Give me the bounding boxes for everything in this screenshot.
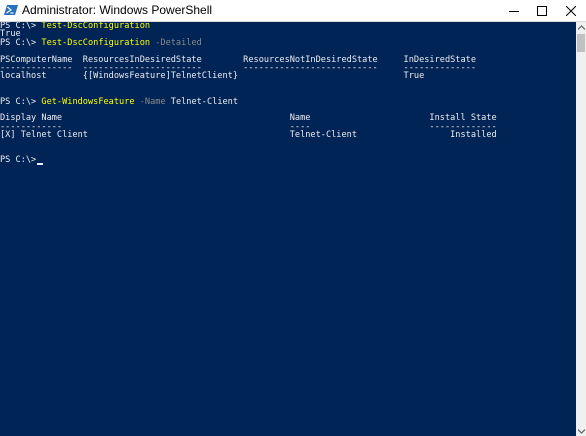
console-prompt: PS C:\> xyxy=(0,155,42,166)
console-prompt: PS C:\> xyxy=(0,37,42,48)
close-icon xyxy=(566,5,576,16)
close-button[interactable] xyxy=(557,0,585,21)
maximize-icon xyxy=(537,5,547,16)
text-cursor xyxy=(37,163,43,166)
vertical-scrollbar[interactable] xyxy=(576,22,586,436)
console-prompt: PS C:\> xyxy=(0,96,42,107)
powershell-icon xyxy=(4,3,18,17)
window-title: Administrator: Windows PowerShell xyxy=(22,3,213,17)
console-line: PS C:\> Get-WindowsFeature -Name Telnet-… xyxy=(0,96,239,107)
console-output: [X] Telnet Client Telnet-Client Installe… xyxy=(0,130,497,141)
console-line: PS C:\> Test-DscConfiguration xyxy=(0,22,150,31)
console-line: localhost {[WindowsFeature]TelnetClient}… xyxy=(0,72,424,81)
console-parameter: -Detailed xyxy=(150,37,202,48)
scroll-down-button[interactable] xyxy=(576,426,586,436)
console-line: [X] Telnet Client Telnet-Client Installe… xyxy=(0,131,497,140)
maximize-button[interactable] xyxy=(528,0,556,21)
chevron-down-icon xyxy=(577,428,585,434)
minimize-icon xyxy=(509,10,519,12)
title-bar[interactable]: Administrator: Windows PowerShell xyxy=(0,0,586,22)
powershell-window: Administrator: Windows PowerShell PS C:\… xyxy=(0,0,586,436)
console-line: PS C:\> Test-DscConfiguration -Detailed xyxy=(0,37,202,48)
console-argument: Telnet-Client xyxy=(165,96,239,107)
console-line: PS C:\> xyxy=(0,156,41,165)
console-command: Get-WindowsFeature xyxy=(41,96,135,107)
scroll-up-button[interactable] xyxy=(576,22,586,32)
console-output[interactable]: PS C:\> Test-DscConfiguration True PS C:\>… xyxy=(0,22,576,436)
console-parameter: -Name xyxy=(134,96,166,107)
scroll-thumb[interactable] xyxy=(577,34,585,52)
minimize-button[interactable] xyxy=(500,0,528,21)
chevron-up-icon xyxy=(577,24,585,30)
console-output: localhost {[WindowsFeature]TelnetClient}… xyxy=(0,71,425,82)
console-command: Test-DscConfiguration xyxy=(41,37,151,48)
console-command: Test-DscConfiguration xyxy=(41,22,151,31)
